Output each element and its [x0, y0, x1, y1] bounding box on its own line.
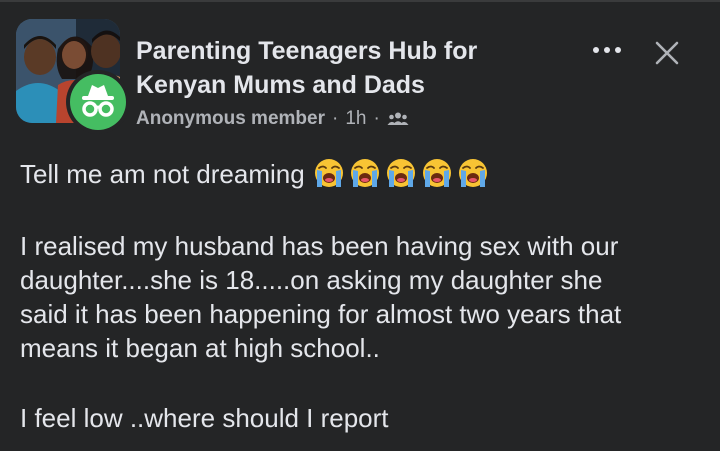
meta-separator: ·	[331, 108, 339, 129]
group-name[interactable]: Parenting Teenagers Hub for Kenyan Mums …	[136, 34, 556, 102]
loudly-crying-face-icon	[457, 157, 489, 189]
post-card: Parenting Teenagers Hub for Kenyan Mums …	[0, 0, 720, 451]
more-dots-icon	[591, 47, 624, 53]
loudly-crying-face-icon	[385, 157, 417, 189]
close-icon	[655, 41, 679, 65]
post-text-line: I realised my husband has been having se…	[20, 231, 619, 261]
anonymous-avatar[interactable]	[66, 70, 130, 134]
loudly-crying-face-icon	[313, 157, 345, 189]
post-meta: Anonymous member · 1h ·	[136, 107, 409, 131]
group-name-line1: Parenting Teenagers Hub for	[136, 37, 478, 65]
post-text-line: means it began at high school..	[20, 333, 380, 363]
meta-separator: ·	[373, 108, 380, 129]
group-people-icon	[387, 111, 409, 127]
post-time[interactable]: 1h	[345, 108, 366, 130]
incognito-icon	[82, 85, 114, 117]
post-text-first-line: Tell me am not dreaming	[20, 159, 305, 189]
more-options-button[interactable]	[588, 38, 626, 62]
post-text-line: I feel low ..where should I report	[20, 403, 389, 433]
group-name-line2: Kenyan Mums and Dads	[136, 71, 425, 99]
author-name[interactable]: Anonymous member	[136, 108, 325, 130]
loudly-crying-face-icon	[421, 157, 453, 189]
top-divider	[0, 0, 720, 2]
close-button[interactable]	[652, 38, 682, 68]
loudly-crying-face-icon	[349, 157, 381, 189]
post-text-line: Tell me am not dreaming	[20, 157, 493, 191]
post-text-line: said it has been happening for almost tw…	[20, 299, 622, 329]
emoji-group	[313, 157, 493, 189]
post-text-line: daughter....she is 18.....on asking my d…	[20, 265, 603, 295]
